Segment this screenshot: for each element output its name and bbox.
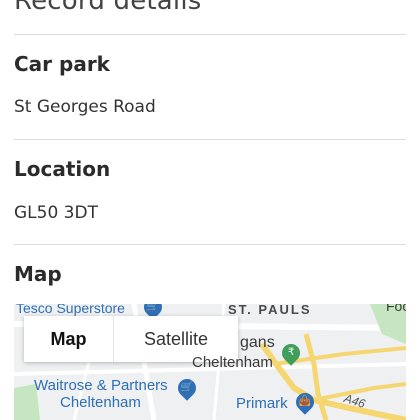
car-park-label: Car park [14, 52, 110, 76]
map-view[interactable]: Tesco Superstore 🛒 ST. PAULS Foo Map Sat… [14, 304, 406, 420]
page-title: Record details [14, 0, 202, 16]
car-park-value: St Georges Road [14, 97, 156, 117]
divider [14, 244, 406, 245]
gans-label: gans [240, 334, 275, 351]
waitrose-label: Waitrose & Partners [34, 377, 168, 394]
location-value: GL50 3DT [14, 203, 98, 223]
divider [14, 139, 406, 140]
location-label: Location [14, 157, 111, 181]
st-pauls-label: ST. PAULS [228, 304, 312, 317]
primark-label: Primark [236, 395, 288, 412]
map-label: Map [14, 262, 62, 286]
map-view-button[interactable]: Map [24, 316, 114, 362]
divider [14, 34, 406, 35]
top-right-label: Foo [386, 304, 406, 314]
cheltenham-label: Cheltenham [192, 354, 273, 371]
tesco-label: Tesco Superstore [16, 304, 125, 316]
waitrose-sub-label: Cheltenham [60, 394, 141, 411]
